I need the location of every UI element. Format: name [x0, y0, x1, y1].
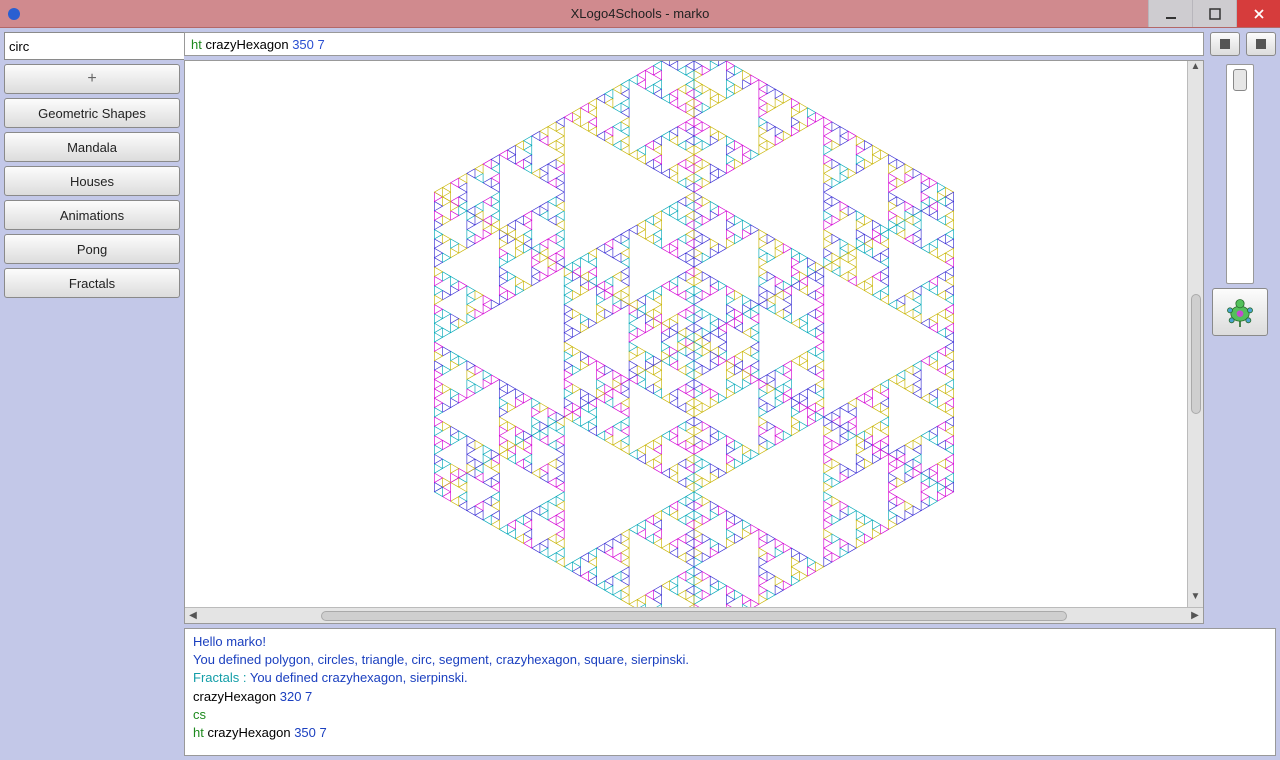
- vertical-scrollbar[interactable]: ▲ ▼: [1187, 61, 1203, 607]
- turtle-chooser-button[interactable]: [1212, 288, 1268, 336]
- console-line: ht crazyHexagon 350 7: [193, 724, 1267, 742]
- titlebar: XLogo4Schools - marko: [0, 0, 1280, 28]
- right-rail: [1204, 60, 1276, 624]
- scroll-down-icon[interactable]: ▼: [1191, 591, 1201, 607]
- drawing-canvas[interactable]: ▲ ▼ ◀ ▶: [184, 60, 1204, 624]
- close-button[interactable]: [1236, 0, 1280, 27]
- add-file-button[interactable]: +: [4, 64, 180, 94]
- main-area: ht crazyHexagon 350 7 ▲ ▼ ◀: [184, 28, 1280, 760]
- turtle-icon: [1220, 292, 1260, 332]
- horizontal-scrollbar[interactable]: ◀ ▶: [185, 607, 1203, 623]
- speed-slider[interactable]: [1226, 64, 1254, 284]
- record-button[interactable]: [1246, 32, 1276, 56]
- fractal-drawing: [185, 61, 1203, 623]
- scroll-thumb-vertical[interactable]: [1191, 294, 1201, 414]
- minimize-button[interactable]: [1148, 0, 1192, 27]
- console-line: cs: [193, 706, 1267, 724]
- stop-icon: [1220, 39, 1230, 49]
- scroll-left-icon[interactable]: ◀: [185, 610, 201, 621]
- sidebar-item-geometric-shapes[interactable]: Geometric Shapes: [4, 98, 180, 128]
- sidebar-item-fractals[interactable]: Fractals: [4, 268, 180, 298]
- record-icon: [1256, 39, 1266, 49]
- command-input[interactable]: ht crazyHexagon 350 7: [184, 32, 1204, 56]
- sidebar-item-animations[interactable]: Animations: [4, 200, 180, 230]
- plus-icon: +: [87, 70, 96, 88]
- sidebar-item-pong[interactable]: Pong: [4, 234, 180, 264]
- cmd-proc: crazyHexagon: [205, 37, 288, 52]
- sidebar-item-houses[interactable]: Houses: [4, 166, 180, 196]
- cmd-args: 350 7: [292, 37, 325, 52]
- console-line: You defined polygon, circles, triangle, …: [193, 651, 1267, 669]
- history-console[interactable]: Hello marko! You defined polygon, circle…: [184, 628, 1276, 756]
- window-controls: [1148, 0, 1280, 27]
- procedure-combobox[interactable]: ▼: [4, 32, 206, 60]
- console-line: Hello marko!: [193, 633, 1267, 651]
- sidebar-item-mandala[interactable]: Mandala: [4, 132, 180, 162]
- slider-thumb[interactable]: [1233, 69, 1247, 91]
- app-icon: [6, 6, 22, 22]
- maximize-button[interactable]: [1192, 0, 1236, 27]
- stop-button[interactable]: [1210, 32, 1240, 56]
- window-title: XLogo4Schools - marko: [571, 6, 710, 21]
- scroll-thumb-horizontal[interactable]: [321, 611, 1067, 621]
- console-line: Fractals : You defined crazyhexagon, sie…: [193, 669, 1267, 687]
- cmd-keyword: ht: [191, 37, 202, 52]
- console-line: crazyHexagon 320 7: [193, 688, 1267, 706]
- scroll-right-icon[interactable]: ▶: [1187, 610, 1203, 621]
- sidebar: ▼ + Geometric Shapes Mandala Houses Anim…: [0, 28, 184, 760]
- scroll-up-icon[interactable]: ▲: [1191, 61, 1201, 77]
- procedure-input[interactable]: [9, 35, 185, 57]
